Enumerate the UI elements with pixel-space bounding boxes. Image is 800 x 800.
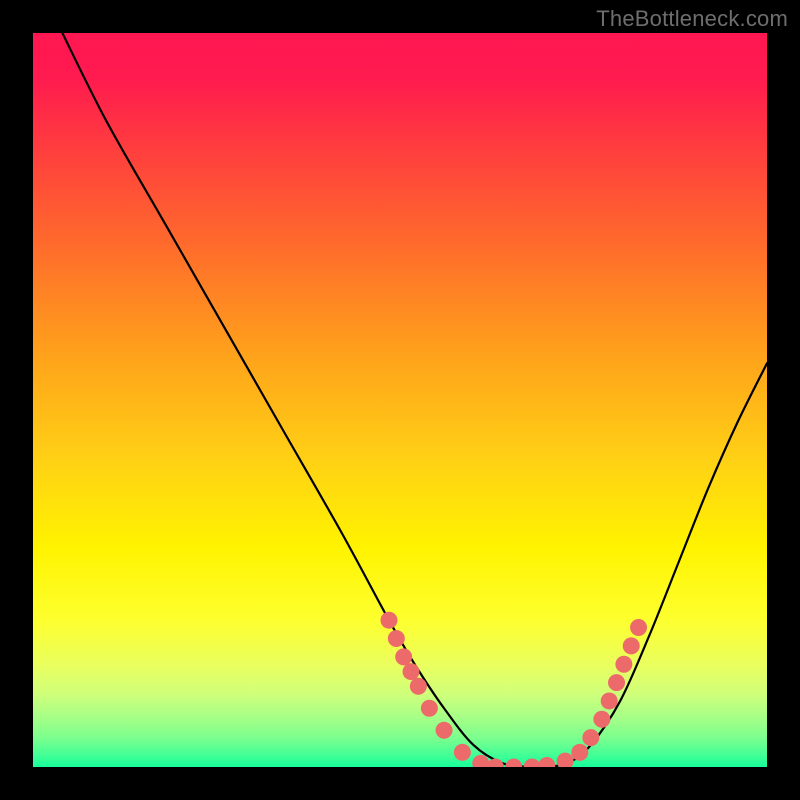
- curve-dot: [505, 759, 522, 768]
- curve-dot: [380, 612, 397, 629]
- curve-dot: [395, 648, 412, 665]
- curve-dot: [436, 722, 453, 739]
- bottleneck-curve: [62, 33, 767, 767]
- curve-dot: [601, 692, 618, 709]
- curve-dot: [403, 663, 420, 680]
- curve-dot: [630, 619, 647, 636]
- curve-dot: [623, 637, 640, 654]
- curve-dot: [593, 711, 610, 728]
- curve-dots: [380, 612, 647, 767]
- curve-dot: [557, 753, 574, 767]
- curve-dot: [454, 744, 471, 761]
- curve-dot: [410, 678, 427, 695]
- curve-dot: [582, 729, 599, 746]
- watermark-text: TheBottleneck.com: [596, 6, 788, 32]
- curve-dot: [487, 759, 504, 768]
- plot-area: [33, 33, 767, 767]
- chart-canvas: TheBottleneck.com: [0, 0, 800, 800]
- curve-dot: [615, 656, 632, 673]
- curve-svg: [33, 33, 767, 767]
- curve-dot: [388, 630, 405, 647]
- curve-dot: [524, 759, 541, 768]
- curve-dot: [571, 744, 588, 761]
- curve-dot: [421, 700, 438, 717]
- curve-dot: [538, 757, 555, 767]
- curve-dot: [472, 755, 489, 767]
- curve-dot: [608, 674, 625, 691]
